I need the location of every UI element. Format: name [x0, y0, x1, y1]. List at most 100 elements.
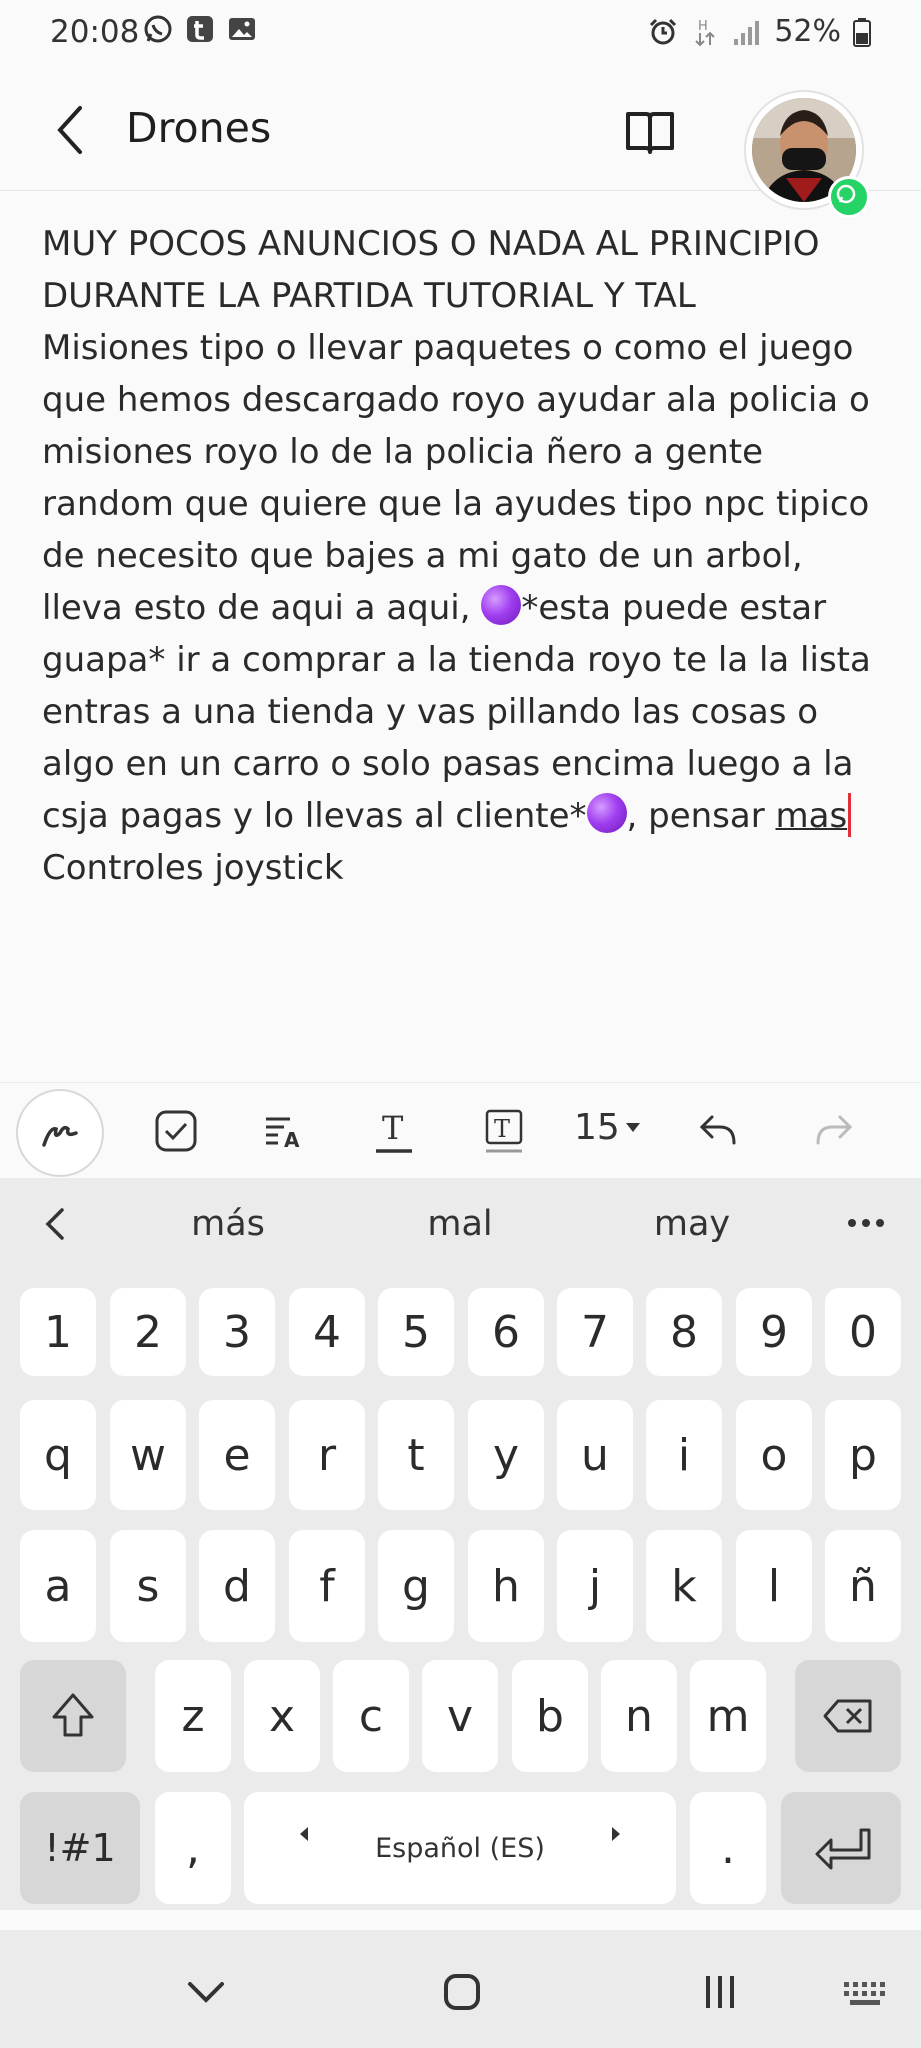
redo-icon	[816, 1115, 853, 1145]
comma-key[interactable]: ,	[155, 1792, 231, 1904]
more-options-icon[interactable]	[846, 1208, 886, 1238]
key-c[interactable]: c	[333, 1660, 409, 1772]
note-title: Drones	[126, 104, 272, 152]
navigation-bar	[0, 1930, 921, 2048]
key-d[interactable]: d	[199, 1530, 275, 1642]
key-1[interactable]: 1	[20, 1288, 96, 1376]
key-9[interactable]: 9	[736, 1288, 812, 1376]
home-icon[interactable]	[432, 1962, 492, 2022]
keyboard-switch-icon[interactable]	[836, 1962, 896, 2022]
book-open-icon[interactable]	[624, 106, 676, 158]
svg-text:H: H	[698, 19, 708, 34]
paragraph-style-icon: A	[266, 1117, 300, 1152]
undo-button[interactable]	[686, 1097, 754, 1165]
undo-icon	[699, 1115, 736, 1145]
key-f[interactable]: f	[289, 1530, 365, 1642]
whatsapp-icon	[144, 15, 172, 43]
recent-apps-icon[interactable]	[690, 1962, 750, 2022]
key-o[interactable]: o	[736, 1400, 812, 1510]
data-transfer-icon: H	[695, 19, 716, 46]
svg-text:A: A	[284, 1128, 300, 1152]
key-q[interactable]: q	[20, 1400, 96, 1510]
composing-word: mas	[775, 796, 848, 836]
font-size-selector[interactable]: 15	[574, 1107, 642, 1148]
chevron-left-icon[interactable]	[48, 102, 96, 158]
key-2[interactable]: 2	[110, 1288, 186, 1376]
key-l[interactable]: l	[736, 1530, 812, 1642]
paragraph-style-button[interactable]: A	[250, 1097, 318, 1165]
key-z[interactable]: z	[155, 1660, 231, 1772]
key-3[interactable]: 3	[199, 1288, 275, 1376]
key-a[interactable]: a	[20, 1530, 96, 1642]
key-g[interactable]: g	[378, 1530, 454, 1642]
text-background-icon: T	[485, 1109, 523, 1153]
backspace-key[interactable]	[795, 1660, 901, 1772]
key-y[interactable]: y	[468, 1400, 544, 1510]
key-j[interactable]: j	[557, 1530, 633, 1642]
checklist-button[interactable]	[142, 1097, 210, 1165]
status-time: 20:08	[50, 14, 140, 50]
pen-icon	[42, 1125, 78, 1147]
key-r[interactable]: r	[289, 1400, 365, 1510]
chevron-left-icon[interactable]	[40, 1204, 70, 1244]
key-k[interactable]: k	[646, 1530, 722, 1642]
key-n[interactable]: n	[601, 1660, 677, 1772]
backspace-icon	[823, 1699, 872, 1733]
note-line: que hemos descargado royo ayudar ala pol…	[42, 380, 870, 420]
text-color-button[interactable]: T	[470, 1097, 538, 1165]
key-p[interactable]: p	[825, 1400, 901, 1510]
space-bar[interactable]: Español (ES)	[244, 1792, 676, 1904]
purple-circle-emoji-icon	[586, 793, 627, 833]
key-8[interactable]: 8	[646, 1288, 722, 1376]
key-u[interactable]: u	[557, 1400, 633, 1510]
shift-key[interactable]	[20, 1660, 126, 1772]
key-m[interactable]: m	[690, 1660, 766, 1772]
tumblr-icon	[187, 16, 213, 42]
note-line: csja pagas y lo llevas al cliente*, pens…	[42, 790, 882, 842]
alarm-icon	[650, 18, 677, 44]
enter-key[interactable]	[781, 1792, 901, 1904]
key-w[interactable]: w	[110, 1400, 186, 1510]
note-body[interactable]: MUY POCOS ANUNCIOS O NADA AL PRINCIPIO D…	[42, 218, 882, 894]
purple-circle-emoji-icon	[481, 585, 522, 625]
note-line: DURANTE LA PARTIDA TUTORIAL Y TAL	[42, 276, 696, 316]
note-line: guapa* ir a comprar a la tienda royo te …	[42, 640, 871, 680]
key-x[interactable]: x	[244, 1660, 320, 1772]
key-5[interactable]: 5	[378, 1288, 454, 1376]
note-line: misiones royo lo de la policia ñero a ge…	[42, 432, 764, 472]
symbols-key[interactable]: !#1	[20, 1792, 140, 1904]
note-line: lleva esto de aqui a aqui, *esta puede e…	[42, 582, 882, 634]
key-h[interactable]: h	[468, 1530, 544, 1642]
note-line: MUY POCOS ANUNCIOS O NADA AL PRINCIPIO	[42, 224, 820, 264]
key-v[interactable]: v	[422, 1660, 498, 1772]
handwriting-button[interactable]	[16, 1089, 104, 1177]
key-0[interactable]: 0	[825, 1288, 901, 1376]
redo-button[interactable]	[798, 1097, 866, 1165]
key-6[interactable]: 6	[468, 1288, 544, 1376]
suggestion-item[interactable]: mal	[380, 1204, 540, 1244]
arrow-left-icon	[300, 1827, 308, 1841]
key-7[interactable]: 7	[557, 1288, 633, 1376]
key-b[interactable]: b	[512, 1660, 588, 1772]
battery-percentage: 52%	[774, 14, 841, 49]
key-t[interactable]: t	[378, 1400, 454, 1510]
whatsapp-badge-icon	[828, 176, 870, 218]
font-size-value: 15	[574, 1107, 620, 1148]
key-s[interactable]: s	[110, 1530, 186, 1642]
key-e[interactable]: e	[199, 1400, 275, 1510]
suggestion-item[interactable]: may	[612, 1204, 772, 1244]
key-4[interactable]: 4	[289, 1288, 365, 1376]
key-n-tilde[interactable]: ñ	[825, 1530, 901, 1642]
avatar[interactable]	[746, 92, 870, 218]
svg-text:T: T	[494, 1115, 510, 1143]
suggestion-item[interactable]: más	[148, 1204, 308, 1244]
hide-keyboard-icon[interactable]	[176, 1962, 236, 2022]
note-line: algo en un carro o solo pasas encima lue…	[42, 744, 854, 784]
text-cursor	[848, 793, 852, 837]
period-key[interactable]: .	[690, 1792, 766, 1904]
status-bar: 20:08 H 52%	[0, 0, 921, 66]
text-style-button[interactable]: T	[360, 1097, 428, 1165]
key-i[interactable]: i	[646, 1400, 722, 1510]
text-format-icon: T	[376, 1109, 412, 1153]
shift-icon	[52, 1693, 94, 1737]
